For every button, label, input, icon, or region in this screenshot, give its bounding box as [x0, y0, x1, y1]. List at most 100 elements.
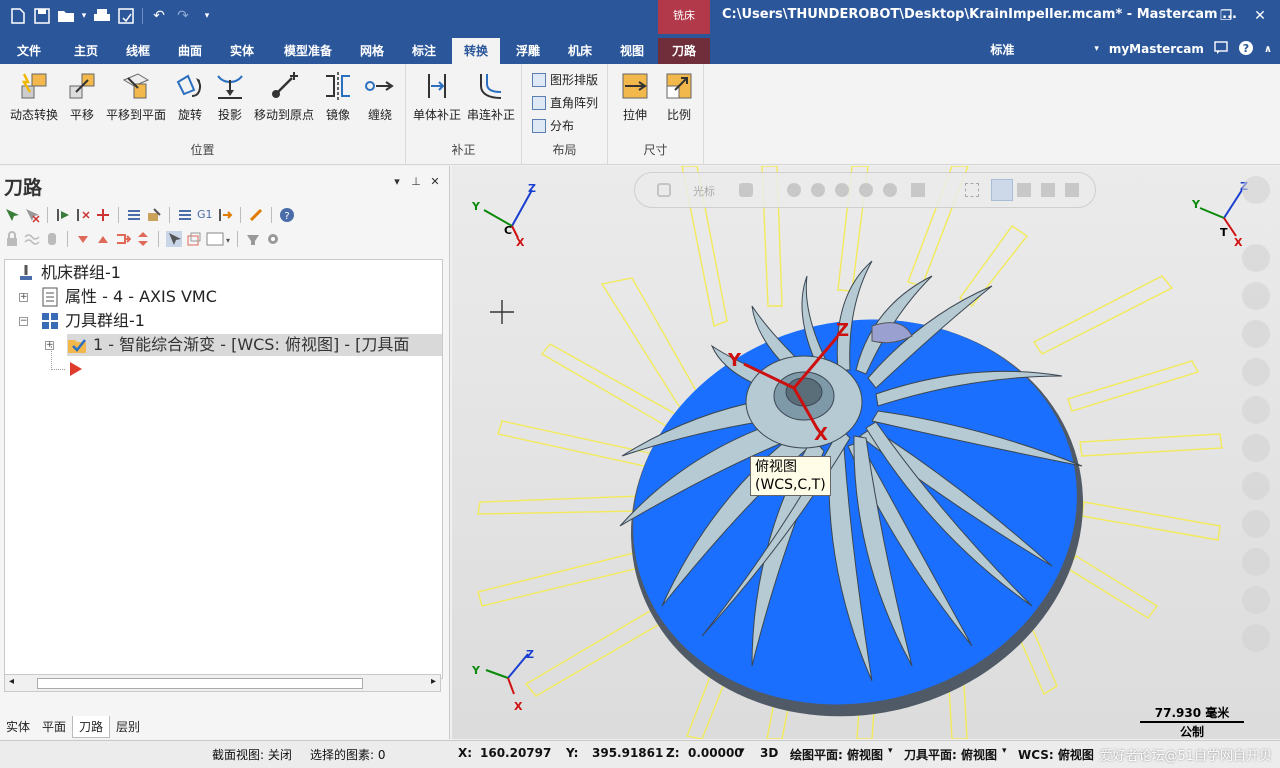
mymastercam-link[interactable]: myMastercam: [1109, 42, 1204, 56]
chain-offset-button[interactable]: 串连补正: [466, 70, 516, 126]
crosshair-icon[interactable]: [1242, 244, 1270, 272]
dropdown-arrow-icon[interactable]: ▾: [80, 5, 88, 27]
new-file-icon[interactable]: [8, 5, 28, 27]
wcs-status[interactable]: WCS: 俯视图: [1018, 746, 1094, 763]
tab-solids-panel[interactable]: 实体: [0, 716, 36, 738]
save-as-icon[interactable]: [116, 5, 136, 27]
collapse-ribbon-icon[interactable]: ∧: [1264, 44, 1272, 55]
standard-dropdown[interactable]: 标准: [990, 41, 1014, 58]
tree-node-properties[interactable]: 属性 - 4 - AXIS VMC: [41, 286, 217, 308]
tab-levels-panel[interactable]: 层别: [110, 716, 146, 738]
scroll-right-arrow-icon[interactable]: ▸: [431, 676, 436, 687]
dropdown-arrow-icon[interactable]: ▾: [888, 746, 893, 756]
insert-arrow-marker[interactable]: [67, 358, 85, 380]
deselect-ops-icon[interactable]: [24, 207, 40, 223]
tab-wireframe[interactable]: 线框: [116, 38, 160, 64]
distribute-button[interactable]: 分布: [532, 116, 574, 136]
help-icon[interactable]: ?: [1238, 40, 1254, 59]
shade-icon[interactable]: [911, 183, 925, 197]
tab-model-prep[interactable]: 模型准备: [278, 38, 338, 64]
tree-node-tool-group[interactable]: 刀具群组-1: [41, 310, 145, 332]
close-button[interactable]: ✕: [1246, 4, 1274, 28]
dropdown-arrow-icon[interactable]: ▾: [1002, 746, 1007, 756]
solid-select-icon[interactable]: [811, 183, 825, 197]
dropdown-arrow-icon[interactable]: ▾: [740, 746, 745, 756]
scale-button[interactable]: 比例: [658, 70, 700, 126]
lock-icon[interactable]: [657, 183, 671, 197]
toggle-post-icon[interactable]: [44, 231, 60, 247]
open-folder-icon[interactable]: [56, 5, 76, 27]
tab-machine[interactable]: 机床: [558, 38, 602, 64]
box-icon[interactable]: [1242, 510, 1270, 538]
display-options-icon[interactable]: ▾: [206, 231, 230, 247]
tplane-status[interactable]: 刀具平面: 俯视图: [904, 746, 997, 763]
insert-arrow-icon[interactable]: [115, 231, 132, 247]
spline-icon[interactable]: [1242, 320, 1270, 348]
wrap-button[interactable]: 缠绕: [360, 70, 400, 126]
tree-node-machine-group[interactable]: 机床群组-1: [17, 262, 121, 284]
select-pointer-icon[interactable]: [166, 231, 182, 247]
save-icon[interactable]: [32, 5, 52, 27]
panel-close-icon[interactable]: ✕: [428, 175, 442, 191]
translate-to-plane-button[interactable]: 平移到平面: [104, 70, 168, 126]
move-to-origin-button[interactable]: 移动到原点: [252, 70, 316, 126]
nesting-button[interactable]: 图形排版: [532, 70, 598, 90]
tab-view[interactable]: 视图: [610, 38, 654, 64]
selection-mode-icon[interactable]: [965, 183, 979, 197]
scroll-left-arrow-icon[interactable]: ◂: [9, 676, 14, 687]
selection-window-icon[interactable]: [186, 231, 202, 247]
solid-box-icon[interactable]: [1242, 358, 1270, 386]
toolpath-options-icon[interactable]: [95, 207, 111, 223]
verify-icon[interactable]: [146, 207, 162, 223]
tab-mesh[interactable]: 网格: [350, 38, 394, 64]
scrollbar-thumb[interactable]: [37, 678, 363, 689]
tab-toolpaths[interactable]: 刀路: [658, 38, 710, 64]
print-icon[interactable]: [92, 5, 112, 27]
impeller-model[interactable]: Z Y X Z Y C X Z Y X Z Y T: [452, 166, 1280, 739]
mode-2d-3d-toggle[interactable]: 3D: [760, 746, 778, 760]
dropdown-arrow-icon[interactable]: ▾: [1094, 44, 1099, 54]
face-select-icon[interactable]: [835, 183, 849, 197]
snap-settings-icon[interactable]: [739, 183, 753, 197]
tab-home[interactable]: 主页: [64, 38, 108, 64]
move-up-icon[interactable]: [95, 231, 111, 247]
undo-icon[interactable]: ↶: [149, 5, 169, 27]
loop-select-icon[interactable]: [883, 183, 897, 197]
tab-toolpaths-panel[interactable]: 刀路: [72, 716, 111, 738]
cube-icon[interactable]: [1242, 472, 1270, 500]
selection-verify-icon[interactable]: [991, 179, 1013, 201]
customize-qat-icon[interactable]: ▾: [197, 5, 217, 27]
move-down-icon[interactable]: [75, 231, 91, 247]
horizontal-scrollbar[interactable]: ◂ ▸: [4, 674, 441, 692]
single-offset-button[interactable]: 单体补正: [412, 70, 462, 126]
color-fill-icon[interactable]: [1242, 586, 1270, 614]
backplot-icon[interactable]: [126, 207, 142, 223]
pin-icon[interactable]: ⊥: [409, 175, 423, 191]
tab-surfaces[interactable]: 曲面: [168, 38, 212, 64]
regenerate-icon[interactable]: [55, 207, 71, 223]
expand-toggle[interactable]: +: [19, 293, 28, 302]
level-icon[interactable]: [1242, 624, 1270, 652]
clear-selection-icon[interactable]: [1017, 183, 1031, 197]
regenerate-dirty-icon[interactable]: [75, 207, 91, 223]
translate-button[interactable]: 平移: [62, 70, 102, 126]
simulate-icon[interactable]: [177, 207, 193, 223]
cursor-snap-dropdown[interactable]: 光标: [693, 183, 715, 199]
select-all-ops-icon[interactable]: [4, 207, 20, 223]
scroll-to-insert-icon[interactable]: [135, 231, 151, 247]
dynamic-transform-button[interactable]: 动态转换: [6, 70, 62, 126]
tree-node-operation-1[interactable]: 1 - 智能综合渐变 - [WCS: 俯视图] - [刀具面: [67, 334, 442, 356]
rect-array-button[interactable]: 直角阵列: [532, 93, 598, 113]
cplane-status[interactable]: 绘图平面: 俯视图: [790, 746, 883, 763]
rotate-button[interactable]: 旋转: [170, 70, 210, 126]
edge-select-icon[interactable]: [859, 183, 873, 197]
restore-button[interactable]: ❐: [1212, 4, 1240, 28]
minimize-button[interactable]: –: [1176, 4, 1204, 28]
tab-transform[interactable]: 转换: [452, 38, 500, 64]
lock-icon[interactable]: [4, 231, 20, 247]
tab-planes-panel[interactable]: 平面: [36, 716, 72, 738]
tab-relief[interactable]: 浮雕: [506, 38, 550, 64]
unselect-all-icon[interactable]: [1041, 183, 1055, 197]
toolpath-manager-icon[interactable]: [245, 231, 261, 247]
tab-annotate[interactable]: 标注: [402, 38, 446, 64]
